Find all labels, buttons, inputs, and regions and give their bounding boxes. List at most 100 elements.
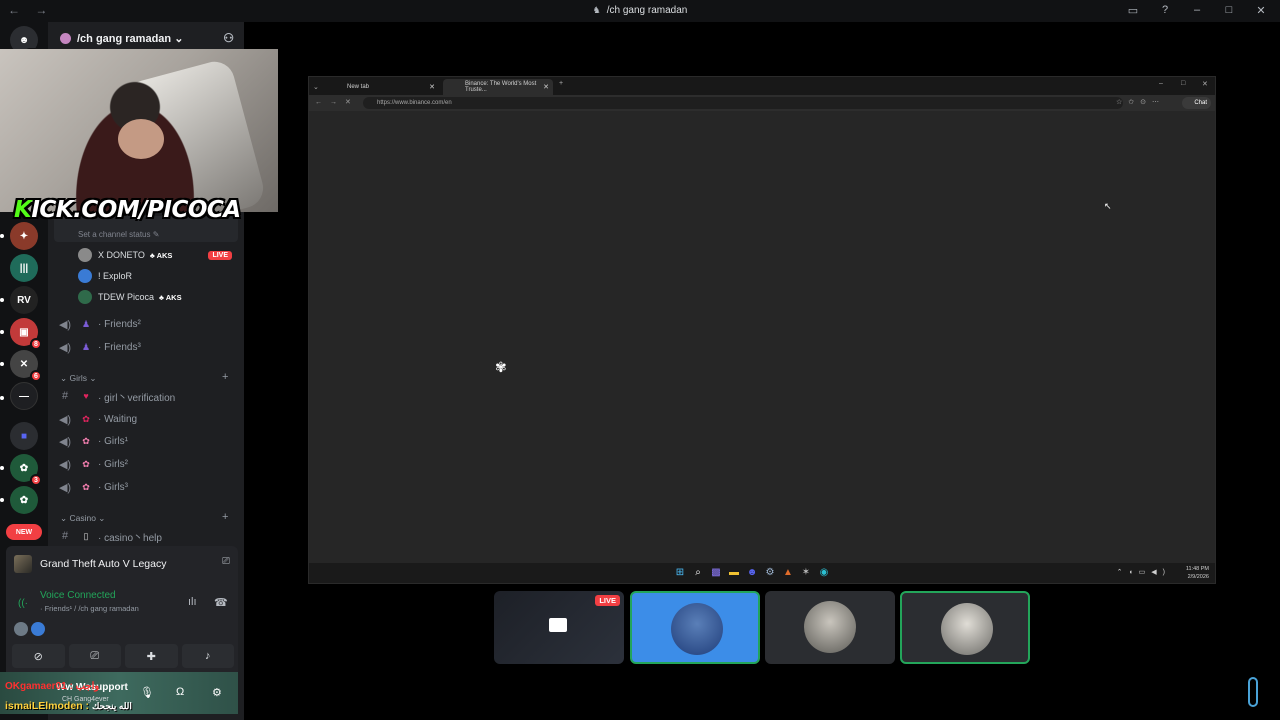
- app-icon[interactable]: ✶: [800, 566, 812, 578]
- steam-icon[interactable]: ⚙: [764, 566, 776, 578]
- copilot-chat-button[interactable]: Chat: [1182, 97, 1211, 109]
- voice-channel-friends2[interactable]: ◀) ♟ · Friends²: [58, 314, 238, 334]
- taskbar-clock: 11:48 PM 2/9/2026: [1186, 565, 1209, 581]
- page-content[interactable]: ✾ ↖: [309, 111, 1215, 563]
- soundboard-button[interactable]: ♪: [181, 644, 234, 668]
- browser-nav-icons[interactable]: ←→✕: [315, 98, 359, 106]
- close-icon[interactable]: ✕: [1202, 80, 1208, 88]
- activities-button[interactable]: ✚: [125, 644, 178, 668]
- maximize-button[interactable]: □: [1222, 3, 1236, 17]
- users-icon: ♟: [81, 342, 91, 352]
- voice-user[interactable]: ! ExploR: [78, 267, 238, 285]
- voice-avatars: [14, 622, 45, 636]
- voice-channel-friends3[interactable]: ◀) ♟ · Friends³: [58, 337, 238, 357]
- screen-share-button[interactable]: ⎚: [68, 644, 121, 668]
- kick-k-letter: K: [14, 197, 32, 223]
- voice-channel-path[interactable]: · Friends¹ / /ch gang ramadan: [40, 604, 139, 613]
- screen-icon: [549, 618, 567, 632]
- set-status-text[interactable]: Set a channel status ✎: [78, 230, 159, 239]
- disconnect-icon[interactable]: ☎: [214, 596, 228, 609]
- category-casino[interactable]: ⌄ Casino ⌄: [60, 513, 105, 524]
- minimize-icon[interactable]: –: [1159, 80, 1163, 87]
- text-channel-casino-help[interactable]: # ▯ · casino丶help: [58, 526, 238, 546]
- guild-icon[interactable]: ✿ 3: [10, 454, 42, 486]
- widgets-icon[interactable]: ▩: [710, 566, 722, 578]
- new-tab-icon[interactable]: +: [559, 80, 563, 87]
- chat-user: ismaiLElmoden :: [5, 700, 90, 712]
- settings-gear-icon[interactable]: ⚙: [212, 686, 222, 699]
- participant-tile[interactable]: [765, 591, 895, 664]
- clock-date: 2/9/2026: [1187, 574, 1209, 580]
- system-tray-icons[interactable]: ⌃◖▭◀): [1117, 568, 1171, 576]
- flower-icon: ✿: [82, 436, 90, 446]
- server-icon: ♞: [592, 5, 601, 15]
- close-tab-icon[interactable]: ✕: [429, 83, 435, 91]
- guild-icon[interactable]: ✿: [10, 486, 38, 514]
- search-icon[interactable]: ⌕: [692, 566, 704, 578]
- close-tab-icon[interactable]: ✕: [543, 83, 549, 91]
- voice-channel-girls2[interactable]: ◀) ✿ · Girls²: [58, 454, 238, 474]
- maximize-icon[interactable]: □: [1181, 80, 1185, 87]
- edge-icon[interactable]: ◉: [818, 566, 830, 578]
- new-badge[interactable]: NEW: [6, 524, 42, 540]
- app-icon[interactable]: ▲: [782, 566, 794, 578]
- tab-title: Binance: The World's Most Truste...: [465, 81, 537, 93]
- url-field[interactable]: https://www.binance.com/en: [363, 97, 1123, 109]
- invite-icon[interactable]: ⚇: [223, 31, 234, 45]
- mic-icon[interactable]: 🎙: [140, 686, 154, 699]
- rose-icon: ✿: [82, 414, 90, 424]
- guild-icon[interactable]: |||: [10, 254, 38, 282]
- inbox-icon[interactable]: ▭: [1126, 3, 1140, 17]
- server-avatar-icon: [60, 32, 71, 44]
- live-badge: LIVE: [595, 595, 620, 606]
- add-channel-icon[interactable]: +: [222, 511, 228, 523]
- voice-connected-label[interactable]: Voice Connected: [40, 590, 116, 601]
- text-channel-girl-verification[interactable]: # ♥ · girl丶verification: [58, 386, 238, 406]
- stream-game-icon[interactable]: ⎚: [222, 556, 230, 567]
- voice-user[interactable]: TDEW Picoca ♣ AKS: [78, 288, 238, 306]
- close-button[interactable]: ✕: [1254, 3, 1268, 17]
- flower-icon: ✿: [82, 482, 90, 492]
- chat-overlay-line: ismaiLElmoden : الله ينجحك: [5, 700, 132, 712]
- clan-tag-text: AKS: [165, 292, 182, 302]
- stream-tile[interactable]: LIVE: [494, 591, 624, 664]
- add-channel-icon[interactable]: +: [222, 371, 228, 383]
- guild-icon[interactable]: ✦: [10, 222, 38, 250]
- guild-icon[interactable]: —: [10, 382, 38, 410]
- voice-channel-waiting[interactable]: ◀) ✿ · Waiting: [58, 409, 238, 429]
- folder-icon[interactable]: ■: [10, 422, 38, 450]
- category-girls[interactable]: ⌄ Girls ⌄: [60, 373, 96, 384]
- headphones-icon[interactable]: Ω: [176, 686, 184, 698]
- browser-tools-icons[interactable]: ☆✩⊙⋯: [1116, 98, 1165, 106]
- explorer-icon[interactable]: ▬: [728, 566, 740, 578]
- speaker-icon: ◀): [58, 413, 72, 426]
- unread-badge: 3: [30, 474, 42, 486]
- screen-share-view[interactable]: ⌄ New tab ✕ Binance: The World's Most Tru…: [308, 76, 1216, 584]
- camera-off-button[interactable]: ⊘: [12, 644, 65, 668]
- chat-message: الله ينجحك: [91, 701, 132, 711]
- tab-new[interactable]: New tab ✕: [325, 79, 439, 95]
- voice-user-name: X DONETO: [98, 250, 145, 260]
- tab-binance[interactable]: Binance: The World's Most Truste... ✕: [443, 79, 553, 95]
- voice-channel-girls1[interactable]: ◀) ✿ · Girls¹: [58, 431, 238, 451]
- avatar[interactable]: [14, 622, 28, 636]
- voice-channel-girls3[interactable]: ◀) ✿ · Girls³: [58, 477, 238, 497]
- avatar[interactable]: [31, 622, 45, 636]
- guild-icon[interactable]: RV: [10, 286, 38, 314]
- game-activity[interactable]: Grand Theft Auto V Legacy ⎚: [14, 554, 230, 574]
- noise-suppression-icon[interactable]: ılı: [188, 596, 197, 608]
- participant-tile[interactable]: [630, 591, 760, 664]
- voice-user[interactable]: X DONETO ♣ AKS LIVE: [78, 246, 238, 264]
- discord-icon[interactable]: ☻: [746, 566, 758, 578]
- guild-icon[interactable]: ✕ 6: [10, 350, 42, 382]
- streamer-face: [118, 119, 164, 159]
- unread-badge: 6: [30, 370, 42, 382]
- guild-icon[interactable]: ▣ 8: [10, 318, 42, 350]
- participant-tiles: LIVE: [494, 591, 1030, 665]
- minimize-button[interactable]: –: [1190, 3, 1204, 17]
- help-icon[interactable]: ?: [1158, 3, 1172, 17]
- channel-name: · Girls³: [98, 481, 128, 493]
- windows-start-icon[interactable]: ⊞: [674, 566, 686, 578]
- channel-name: · girl丶verification: [98, 392, 176, 404]
- participant-tile[interactable]: [900, 591, 1030, 664]
